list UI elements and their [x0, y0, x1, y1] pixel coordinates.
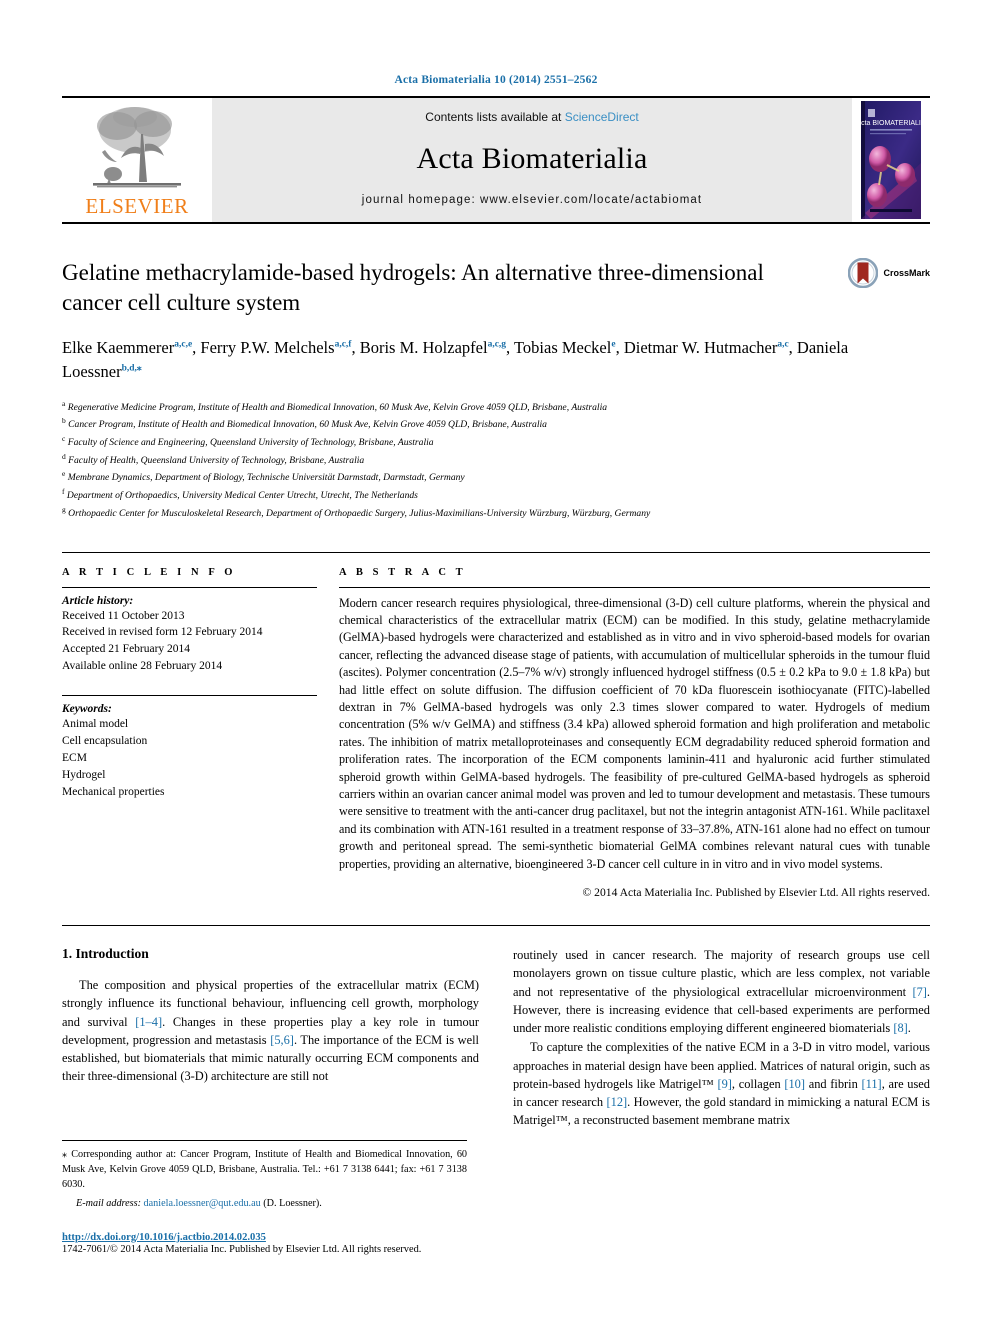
email-label: E-mail address: — [76, 1197, 141, 1209]
affiliation-list: a Regenerative Medicine Program, Institu… — [62, 398, 930, 522]
citation-link[interactable]: [11] — [862, 1077, 882, 1091]
author-affiliation-marks: a,c,f — [334, 339, 352, 350]
citation-link[interactable]: [5,6] — [270, 1033, 294, 1047]
abstract-heading: A B S T R A C T — [339, 566, 467, 578]
author-name: Elke Kaemmerer — [62, 337, 175, 357]
article-title: Gelatine methacrylamide-based hydrogels:… — [62, 260, 764, 316]
doi-link[interactable]: http://dx.doi.org/10.1016/j.actbio.2014.… — [62, 1232, 482, 1243]
article-history-item: Accepted 21 February 2014 — [62, 643, 191, 656]
body-columns: 1. Introduction The composition and phys… — [62, 925, 930, 1129]
article-history-item: Received in revised form 12 February 201… — [62, 626, 263, 639]
journal-cover-thumbnail: Acta BIOMATERIALIA — [852, 98, 930, 222]
elsevier-tree-icon — [62, 98, 212, 196]
contents-available-line: Contents lists available at ScienceDirec… — [425, 110, 638, 124]
abstract-rule — [339, 586, 930, 588]
intro-paragraph-right-2: To capture the complexities of the nativ… — [513, 1040, 930, 1128]
article-info-column: A R T I C L E I N F O Article history: R… — [62, 567, 317, 900]
citation-link[interactable]: [7] — [912, 985, 926, 999]
citation-link[interactable]: [9] — [717, 1077, 731, 1091]
affiliation-item: b Cancer Program, Institute of Health an… — [62, 416, 547, 431]
author-affiliation-marks: b,d,⁎ — [121, 363, 142, 374]
author-name: Ferry P.W. Melchels — [200, 337, 335, 357]
journal-homepage-link[interactable]: journal homepage: www.elsevier.com/locat… — [362, 194, 702, 206]
author-name: Tobias Meckel — [513, 337, 612, 357]
author-affiliation-marks: a,c,g — [487, 339, 507, 350]
elsevier-wordmark: ELSEVIER — [85, 194, 189, 218]
email-address-link[interactable]: daniela.loessner@qut.edu.au — [144, 1198, 261, 1209]
author-name: Dietmar W. Hutmacher — [623, 337, 778, 357]
article-history-item: Received 11 October 2013 — [62, 609, 185, 622]
info-abstract-section: A R T I C L E I N F O Article history: R… — [62, 551, 930, 900]
article-history-item: Available online 28 February 2014 — [62, 660, 223, 673]
journal-title: Acta Biomaterialia — [416, 142, 648, 175]
body-column-left: 1. Introduction The composition and phys… — [62, 946, 479, 1129]
author-name: Boris M. Holzapfel — [359, 337, 488, 357]
crossmark-icon — [848, 257, 879, 289]
keyword-item: Mechanical properties — [62, 785, 165, 798]
crossmark-label: CrossMark — [883, 268, 930, 278]
email-owner: (D. Loessner). — [263, 1197, 322, 1209]
keywords-label: Keywords: — [62, 703, 112, 716]
affiliation-item: g Orthopaedic Center for Musculoskeletal… — [62, 504, 651, 520]
citation-link[interactable]: [12] — [607, 1095, 628, 1109]
footnote-block: ⁎ Corresponding author at: Cancer Progra… — [62, 1140, 467, 1209]
corresponding-author-note: ⁎ Corresponding author at: Cancer Progra… — [62, 1148, 467, 1193]
email-note: E-mail address: daniela.loessner@qut.edu… — [62, 1198, 467, 1209]
abstract-copyright: © 2014 Acta Materialia Inc. Published by… — [582, 886, 930, 900]
article-info-heading: A R T I C L E I N F O — [62, 566, 237, 578]
corresponding-text: Corresponding author at: Cancer Program,… — [62, 1149, 468, 1190]
author-list: Elke Kaemmerera,c,e, Ferry P.W. Melchels… — [62, 337, 849, 381]
affiliation-item: f Department of Orthopaedics, University… — [62, 487, 418, 502]
keywords-list: Animal model Cell encapsulation ECM Hydroge… — [62, 716, 317, 800]
masthead-center: Contents lists available at ScienceDirec… — [212, 98, 852, 222]
introduction-heading: 1. Introduction — [62, 946, 149, 962]
author-affiliation-marks: a,c — [777, 339, 789, 350]
journal-reference: Acta Biomaterialia 10 (2014) 2551–2562 — [394, 74, 598, 86]
abstract-text: Modern cancer research requires physiolo… — [339, 595, 930, 871]
affiliation-item: e Membrane Dynamics, Department of Biolo… — [62, 469, 465, 484]
keyword-item: Hydrogel — [62, 768, 106, 781]
elsevier-logo: ELSEVIER — [62, 98, 212, 222]
body-column-right: routinely used in cancer research. The m… — [513, 946, 930, 1129]
keyword-item: Animal model — [62, 718, 129, 731]
article-history-label: Article history: — [62, 594, 134, 607]
citation-link[interactable]: [10] — [784, 1077, 805, 1091]
journal-masthead: ELSEVIER Contents lists available at Sci… — [62, 96, 930, 224]
crossmark-badge[interactable]: CrossMark — [848, 257, 930, 289]
affiliation-item: c Faculty of Science and Engineering, Qu… — [62, 434, 434, 449]
affiliation-item: d Faculty of Health, Queensland Universi… — [62, 451, 365, 466]
author-affiliation-marks: a,c,e — [174, 339, 193, 350]
title-block: CrossMark Gelatine methacrylamide-based … — [62, 257, 930, 384]
article-page: Acta Biomaterialia 10 (2014) 2551–2562 E… — [0, 0, 992, 1323]
citation-link[interactable]: [8] — [893, 1021, 907, 1035]
keyword-item: ECM — [62, 751, 87, 764]
keyword-item: Cell encapsulation — [62, 735, 148, 748]
affiliation-item: a Regenerative Medicine Program, Institu… — [62, 398, 608, 413]
corresponding-marker: ⁎ — [62, 1149, 72, 1160]
sciencedirect-link[interactable]: ScienceDirect — [565, 110, 639, 124]
author-affiliation-marks: e — [611, 339, 616, 350]
issn-copyright-line: 1742-7061/© 2014 Acta Materialia Inc. Pu… — [62, 1244, 422, 1255]
keywords-rule — [62, 695, 317, 697]
abstract-column: A B S T R A C T Modern cancer research r… — [339, 566, 930, 900]
article-info-rule — [62, 586, 317, 588]
article-history-list: Received 11 October 2013 Received in revi… — [62, 608, 317, 676]
keywords-block: Keywords: Animal model Cell encapsulation… — [62, 695, 317, 800]
svg-text:Acta BIOMATERIALIA: Acta BIOMATERIALIA — [861, 120, 921, 127]
intro-paragraph-left: The composition and physical properties … — [62, 978, 479, 1084]
contents-prefix: Contents lists available at — [425, 110, 565, 124]
intro-paragraph-right-1: routinely used in cancer research. The m… — [513, 948, 930, 1036]
doi-block: http://dx.doi.org/10.1016/j.actbio.2014.… — [62, 1232, 482, 1255]
citation-link[interactable]: [1–4] — [135, 1015, 162, 1029]
